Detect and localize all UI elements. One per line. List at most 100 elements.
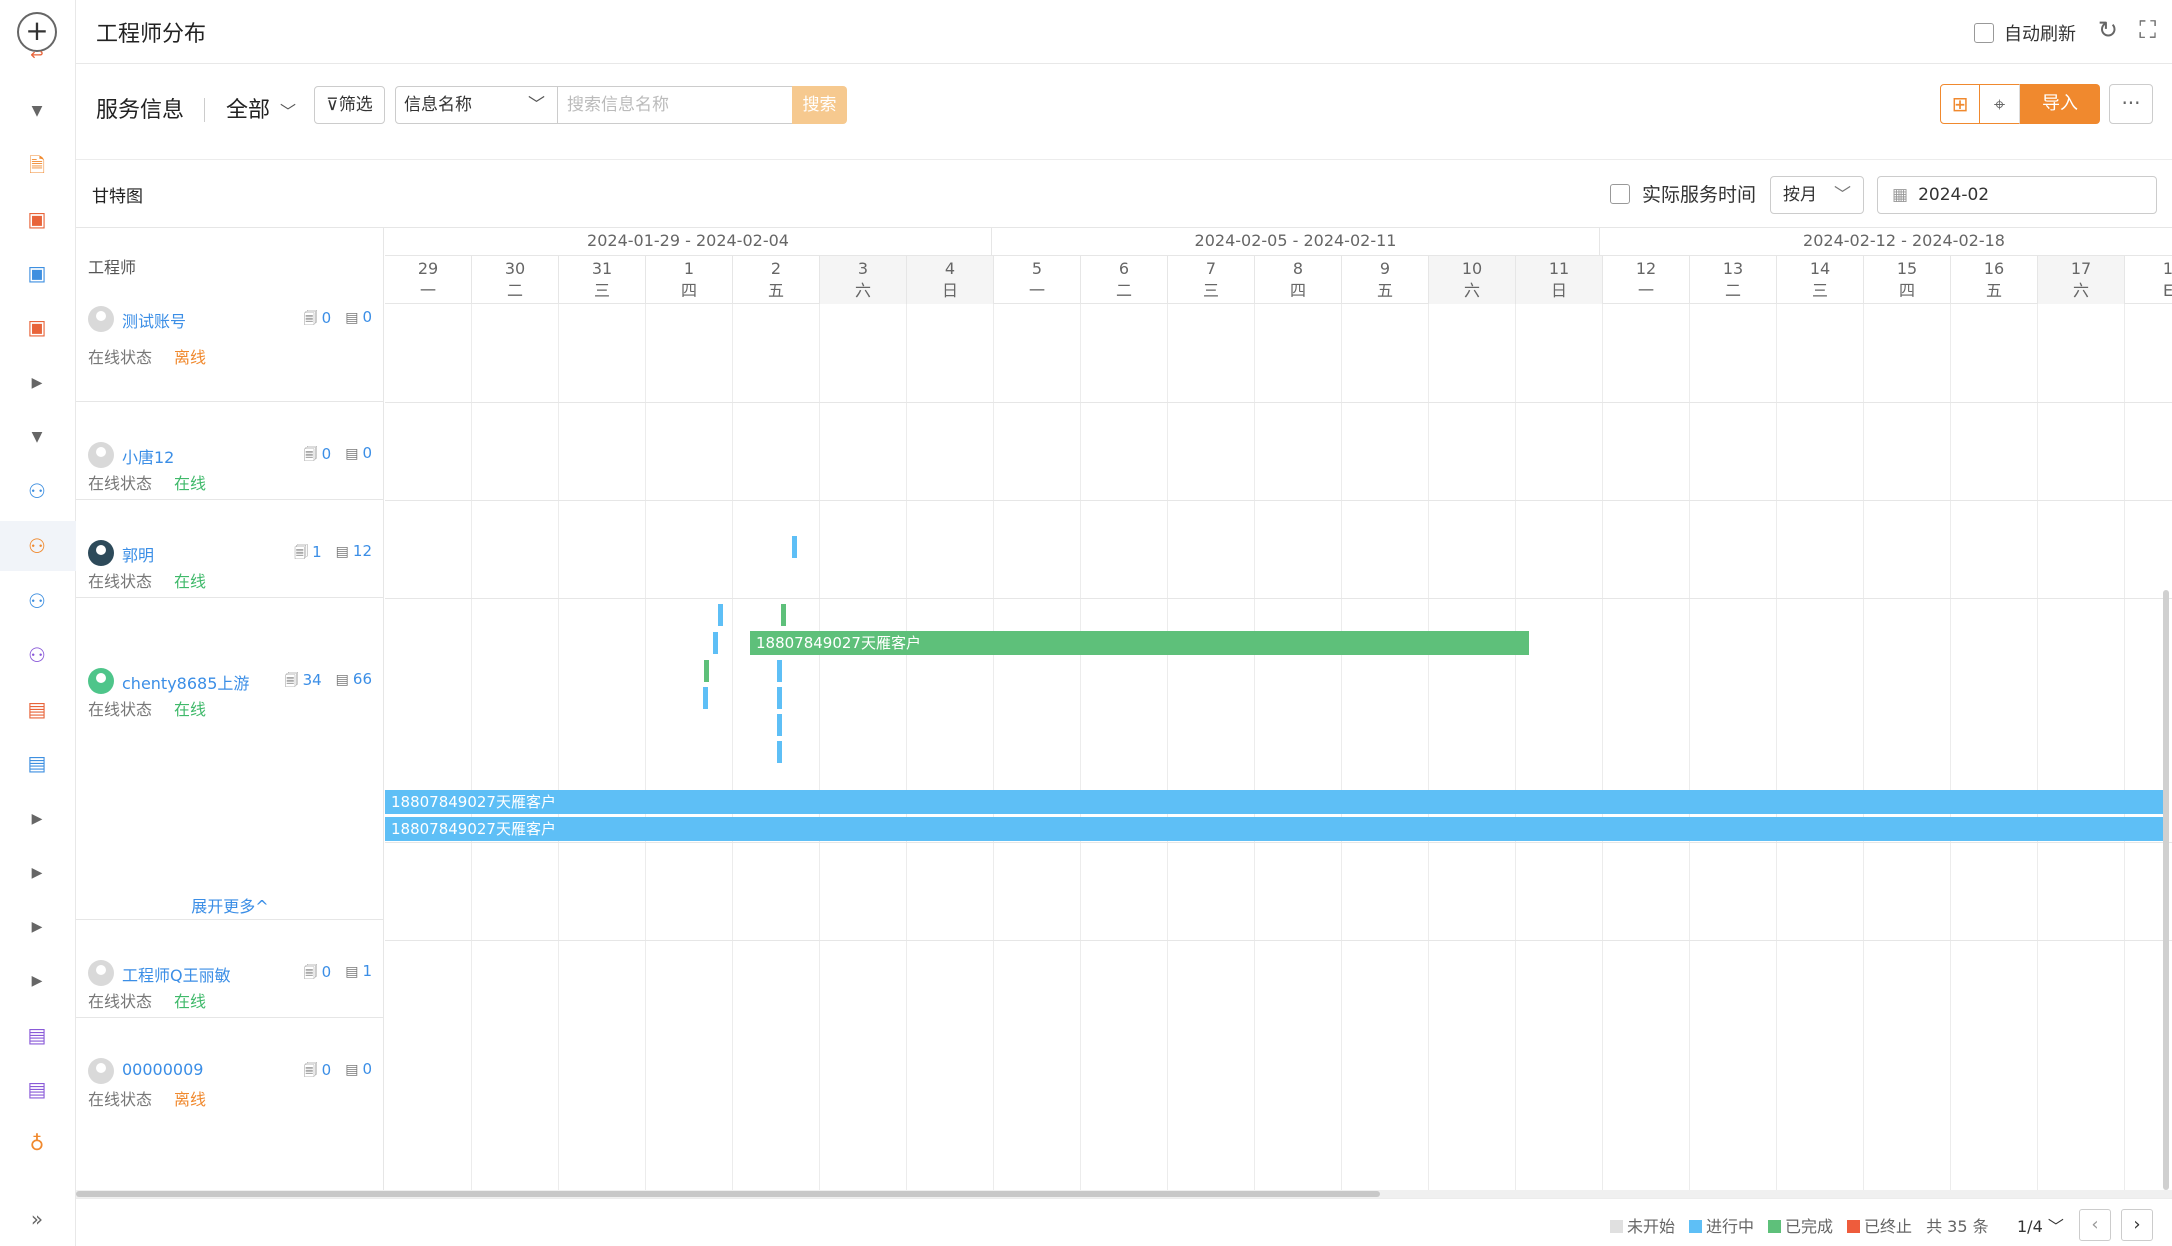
mode-select[interactable]: 按月 ﹀: [1770, 176, 1864, 214]
actual-time-checkbox[interactable]: [1610, 183, 1630, 204]
task-bar[interactable]: 18807849027天雁客户: [385, 817, 2165, 841]
bulb-icon[interactable]: ♁: [22, 1128, 52, 1158]
grid-line: [1341, 304, 1342, 1190]
import-button[interactable]: 导入: [2020, 84, 2100, 124]
caret-right-icon[interactable]: ▶: [22, 368, 52, 398]
clipboard-check-icon[interactable]: ▣: [22, 258, 52, 288]
engineer-column: 工程师 测试账号 🗐 0 ▤ 0 在线状态 离线 小唐12 🗐 0 ▤ 0 在线状态 在线 …: [76, 228, 384, 1190]
task-marker[interactable]: [713, 632, 718, 654]
task-marker[interactable]: [718, 604, 723, 626]
search-input[interactable]: 搜索信息名称: [557, 86, 793, 124]
grid-line: [1602, 304, 1603, 1190]
schedule-count: 66: [352, 670, 372, 688]
vertical-scrollbar[interactable]: [2163, 590, 2169, 1190]
task-marker[interactable]: [777, 660, 782, 682]
caret-right-icon[interactable]: ▶: [22, 966, 52, 996]
next-page-button[interactable]: ›: [2121, 1209, 2153, 1241]
day-cell: 29 一: [385, 256, 472, 304]
task-marker[interactable]: [792, 536, 797, 558]
weekday: 五: [767, 281, 784, 300]
day-number: 17: [2070, 259, 2092, 278]
task-marker[interactable]: [777, 687, 782, 709]
month-picker[interactable]: ▦ 2024-02: [1877, 176, 2157, 214]
refresh-icon[interactable]: ↻: [2098, 16, 2118, 44]
caret-right-icon[interactable]: ▶: [22, 912, 52, 942]
map-pin-icon[interactable]: ⌖: [1980, 84, 2020, 124]
legend-item: 已终止: [1847, 1213, 1912, 1237]
engineer-name[interactable]: 测试账号: [122, 308, 186, 332]
expand-sidebar-icon[interactable]: »: [22, 1204, 52, 1234]
chevron-down-icon: ﹀: [1834, 185, 1851, 205]
auto-refresh-checkbox[interactable]: [1974, 23, 1994, 43]
caret-right-icon[interactable]: ▶: [22, 804, 52, 834]
engineer-name[interactable]: 郭明: [122, 542, 154, 566]
report-icon[interactable]: ▤: [22, 694, 52, 724]
more-icon[interactable]: ···: [2109, 84, 2153, 124]
horizontal-scrollbar[interactable]: [76, 1190, 2172, 1198]
calendar-icon: ▤: [345, 1062, 359, 1078]
grid-line: [2124, 304, 2125, 1190]
row-divider: [385, 598, 2172, 599]
day-number: 4: [944, 259, 956, 278]
task-bar[interactable]: 18807849027天雁客户: [750, 631, 1529, 655]
user-group-icon[interactable]: ⚇: [22, 640, 52, 670]
day-number: 7: [1205, 259, 1217, 278]
day-cell: 31 三: [559, 256, 646, 304]
schedule-count: 1: [362, 962, 372, 980]
page-select[interactable]: 1/4 ﹀: [2017, 1213, 2064, 1237]
task-marker[interactable]: [704, 660, 709, 682]
row-divider: [385, 402, 2172, 403]
field-select[interactable]: 信息名称 ﹀: [395, 86, 558, 124]
expand-more-link[interactable]: 展开更多^: [76, 894, 383, 920]
legend-label: 进行中: [1706, 1217, 1755, 1236]
grid-line: [2037, 304, 2038, 1190]
engineer-name[interactable]: chenty8685上游: [122, 670, 249, 694]
day-cell: 10 六: [1429, 256, 1516, 304]
clipboard-list-icon[interactable]: ▣: [22, 312, 52, 342]
list-icon[interactable]: ▤: [22, 748, 52, 778]
grid-line: [471, 304, 472, 1190]
row-divider: [385, 842, 2172, 843]
fullscreen-icon[interactable]: ⛶: [2139, 16, 2156, 44]
order-icon: 🗐: [303, 965, 318, 981]
auto-refresh-toggle[interactable]: 自动刷新: [1974, 20, 2076, 46]
filter-button[interactable]: ⊽筛选: [314, 86, 385, 124]
undo-icon[interactable]: ↩: [22, 40, 52, 70]
legend-label: 未开始: [1627, 1217, 1676, 1236]
task-marker[interactable]: [777, 714, 782, 736]
actual-time-toggle[interactable]: 实际服务时间: [1610, 180, 1756, 207]
day-number: 1: [2162, 259, 2172, 278]
caret-down-icon[interactable]: ▼: [22, 422, 52, 452]
task-marker[interactable]: [781, 604, 786, 626]
engineer-name[interactable]: 00000009: [122, 1060, 203, 1079]
order-icon: 🗐: [303, 447, 318, 463]
scope-dropdown[interactable]: 全部 ﹀: [226, 92, 296, 124]
week-label: 2024-02-05 - 2024-02-11: [992, 228, 1600, 256]
prev-page-button[interactable]: ‹: [2079, 1209, 2111, 1241]
gantt-view-icon[interactable]: ⊞: [1940, 84, 1980, 124]
task-bar[interactable]: 18807849027天雁客户: [385, 790, 2165, 814]
calendar-icon: ▤: [345, 446, 359, 462]
user-settings-icon[interactable]: ⚇: [22, 476, 52, 506]
user-location-icon[interactable]: ⚇: [22, 586, 52, 616]
search-button[interactable]: 搜索: [792, 86, 847, 124]
engineer-name[interactable]: 小唐12: [122, 444, 174, 468]
day-number: 30: [504, 259, 526, 278]
engineer-counts: 🗐 1 ▤ 12: [294, 542, 372, 566]
document-list-icon[interactable]: ▤: [22, 1074, 52, 1104]
task-marker[interactable]: [703, 687, 708, 709]
scrollbar-thumb[interactable]: [76, 1191, 1380, 1197]
caret-down-icon[interactable]: ▼: [22, 96, 52, 126]
calendar-icon: ▤: [345, 964, 359, 980]
avatar: [88, 442, 114, 468]
document-icon[interactable]: ▤: [22, 1020, 52, 1050]
status-badge: 离线: [174, 348, 207, 367]
engineer-name[interactable]: 工程师Q王丽敏: [122, 962, 231, 986]
task-marker[interactable]: [777, 741, 782, 763]
doc-edit-icon[interactable]: 🗎: [22, 150, 52, 180]
day-number: 1: [683, 259, 695, 278]
caret-right-icon[interactable]: ▶: [22, 858, 52, 888]
day-cell: 12 一: [1603, 256, 1690, 304]
clipboard-icon[interactable]: ▣: [22, 204, 52, 234]
engineer-map-icon[interactable]: ⚇: [22, 531, 52, 561]
